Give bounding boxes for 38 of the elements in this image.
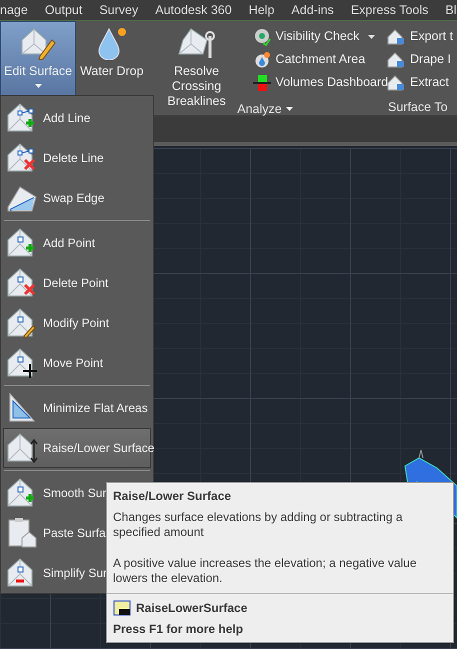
surface-extract-icon [387, 74, 405, 92]
tooltip-description: Changes surface elevations by adding or subtracting a specified amount [113, 510, 404, 540]
surface-wrench-icon [176, 26, 217, 60]
menu-item[interactable]: Move Point [3, 343, 151, 383]
dashboard-icon [252, 74, 271, 92]
menu-tab[interactable]: Bl [436, 0, 457, 20]
menu-tab[interactable]: nage [0, 0, 36, 20]
tool-button[interactable]: Volumes Dashboard [250, 71, 392, 94]
menu-item[interactable]: Add Point [3, 223, 151, 263]
menu-item[interactable]: Delete Line [3, 138, 151, 178]
menu-tab[interactable]: Survey [90, 0, 147, 20]
menu-tab[interactable]: Autodesk 360 [146, 0, 240, 20]
surface-image-icon [387, 50, 405, 68]
menu-tab[interactable]: Express Tools [342, 0, 437, 20]
surface-point-pencil-icon [6, 306, 38, 340]
menu-item[interactable]: Minimize Flat Areas [3, 388, 151, 428]
tooltip-title: Raise/Lower Surface [113, 489, 232, 504]
surface-export-icon [387, 28, 405, 46]
surface-arrow-icon [6, 431, 38, 465]
surface-pencil-icon [20, 26, 56, 60]
water-drop-icon [96, 26, 128, 60]
clipboard-surface-icon [6, 516, 38, 550]
menu-item[interactable]: Delete Point [3, 263, 151, 303]
menu-item[interactable]: Modify Point [3, 303, 151, 343]
help-hint: Press F1 for more help [112, 621, 244, 637]
eye-icon [252, 28, 271, 46]
catchment-icon [252, 50, 271, 68]
surface-point-move-icon [6, 346, 38, 380]
command-name: RaiseLowerSurface [136, 600, 248, 616]
tooltip-note: A positive value increases the elevation; a negative value lowers the elevation. [113, 556, 418, 586]
ribbon-button[interactable]: Water Drop [76, 21, 148, 82]
menu-tab[interactable]: Add-ins [282, 0, 342, 20]
menu-tab[interactable]: Output [36, 0, 91, 20]
panel-label[interactable]: Surface To [384, 98, 456, 117]
command-window-icon [113, 600, 131, 616]
menu-tab[interactable]: Help [240, 0, 283, 20]
caret-icon [286, 107, 293, 112]
menu-item[interactable]: Swap Edge [3, 178, 151, 218]
